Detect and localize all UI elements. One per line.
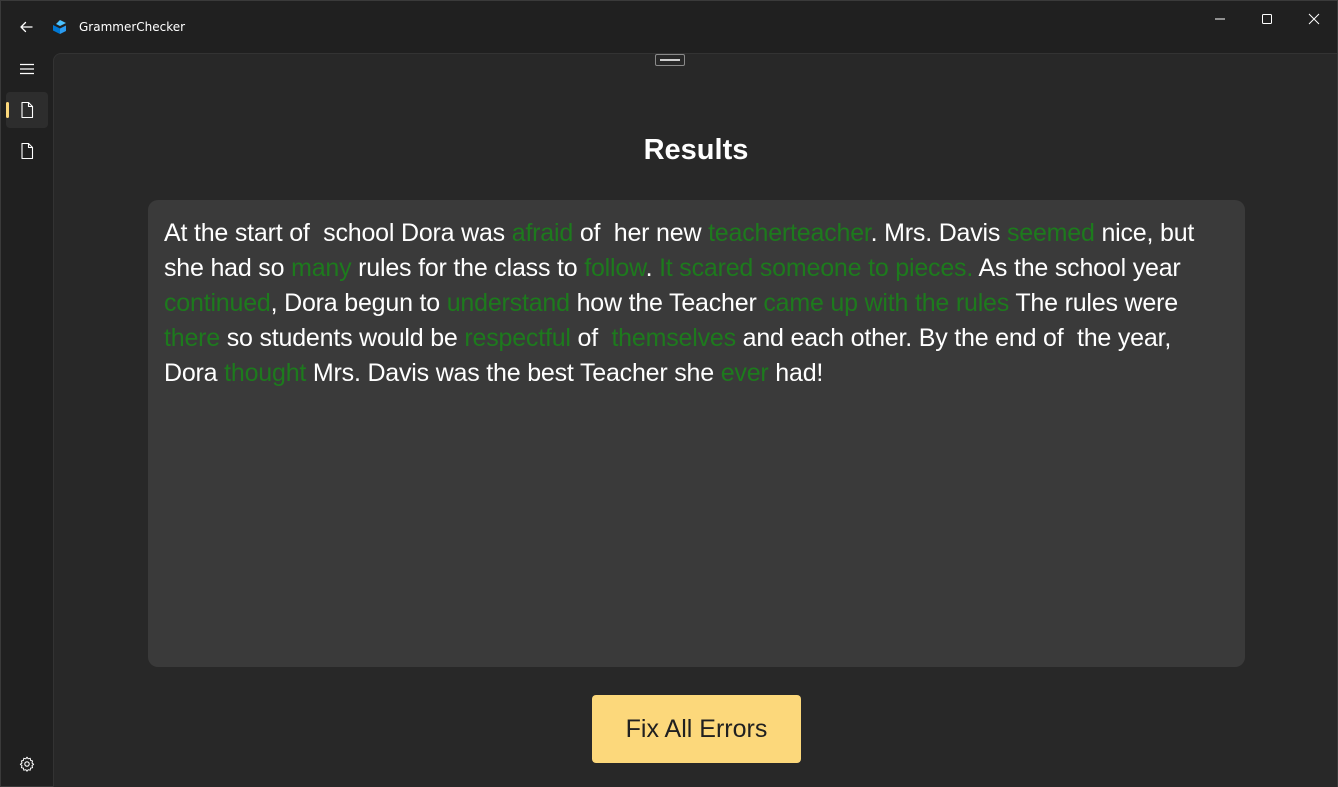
title-bar: GrammerChecker — [1, 1, 1338, 53]
error-highlight[interactable]: many — [291, 254, 352, 282]
fix-all-errors-button[interactable]: Fix All Errors — [592, 695, 801, 763]
error-highlight[interactable]: came up with the rules — [763, 289, 1009, 317]
results-text-card: At the start of school Dora was afraid o… — [148, 200, 1245, 667]
error-highlight[interactable]: continued — [164, 289, 271, 317]
text-segment: . Mrs. Davis — [870, 219, 1007, 247]
app-title: GrammerChecker — [79, 20, 186, 34]
drag-handle[interactable] — [655, 54, 685, 66]
text-segment: how the Teacher — [569, 289, 764, 317]
drag-handle-bar — [660, 59, 680, 61]
minimize-icon — [1215, 18, 1225, 20]
maximize-icon — [1262, 14, 1272, 24]
error-highlight[interactable]: seemed — [1007, 219, 1095, 247]
results-paragraph: At the start of school Dora was afraid o… — [164, 216, 1229, 391]
text-segment: of — [570, 324, 612, 352]
hamburger-icon — [20, 63, 34, 75]
error-highlight[interactable]: thought — [224, 359, 306, 387]
nav-menu-button[interactable] — [6, 51, 48, 87]
content-area: Results At the start of school Dora was … — [53, 53, 1337, 787]
text-segment: . — [645, 254, 660, 282]
page-title: Results — [643, 134, 749, 166]
text-segment: had! — [768, 359, 824, 387]
arrow-left-icon — [20, 21, 33, 33]
text-segment: As the school year — [973, 254, 1188, 282]
nav-item-document-1[interactable] — [6, 92, 48, 128]
app-window: GrammerChecker Results At the start of s… — [0, 0, 1338, 787]
error-highlight[interactable]: afraid — [512, 219, 574, 247]
app-logo-icon — [53, 20, 66, 34]
back-button[interactable] — [11, 13, 41, 41]
text-segment: The rules were — [1009, 289, 1185, 317]
text-segment: so students would be — [219, 324, 465, 352]
gear-icon — [19, 756, 35, 772]
text-segment: , Dora begun to — [270, 289, 447, 317]
error-highlight[interactable]: respectful — [464, 324, 571, 352]
document-icon — [21, 142, 34, 160]
error-highlight[interactable]: ever — [721, 359, 769, 387]
text-segment: Mrs. Davis was the best Teacher she — [306, 359, 721, 387]
nav-item-document-2[interactable] — [6, 133, 48, 169]
error-highlight[interactable]: understand — [447, 289, 570, 317]
document-icon — [21, 101, 34, 119]
close-button[interactable] — [1291, 5, 1337, 33]
error-highlight[interactable]: teacherteacher — [708, 219, 871, 247]
text-segment: rules for the class to — [351, 254, 585, 282]
nav-settings-button[interactable] — [6, 746, 48, 782]
minimize-button[interactable] — [1197, 5, 1243, 33]
error-highlight[interactable]: themselves — [611, 324, 736, 352]
navigation-rail — [1, 53, 53, 787]
text-segment: of her new — [573, 219, 709, 247]
error-highlight[interactable]: there — [164, 324, 220, 352]
error-highlight[interactable]: follow — [584, 254, 646, 282]
selection-indicator — [6, 102, 9, 118]
error-highlight[interactable]: It scared someone to pieces. — [659, 254, 973, 282]
close-icon — [1308, 13, 1320, 25]
maximize-button[interactable] — [1244, 5, 1290, 33]
text-segment: At the start of school Dora was — [164, 219, 512, 247]
